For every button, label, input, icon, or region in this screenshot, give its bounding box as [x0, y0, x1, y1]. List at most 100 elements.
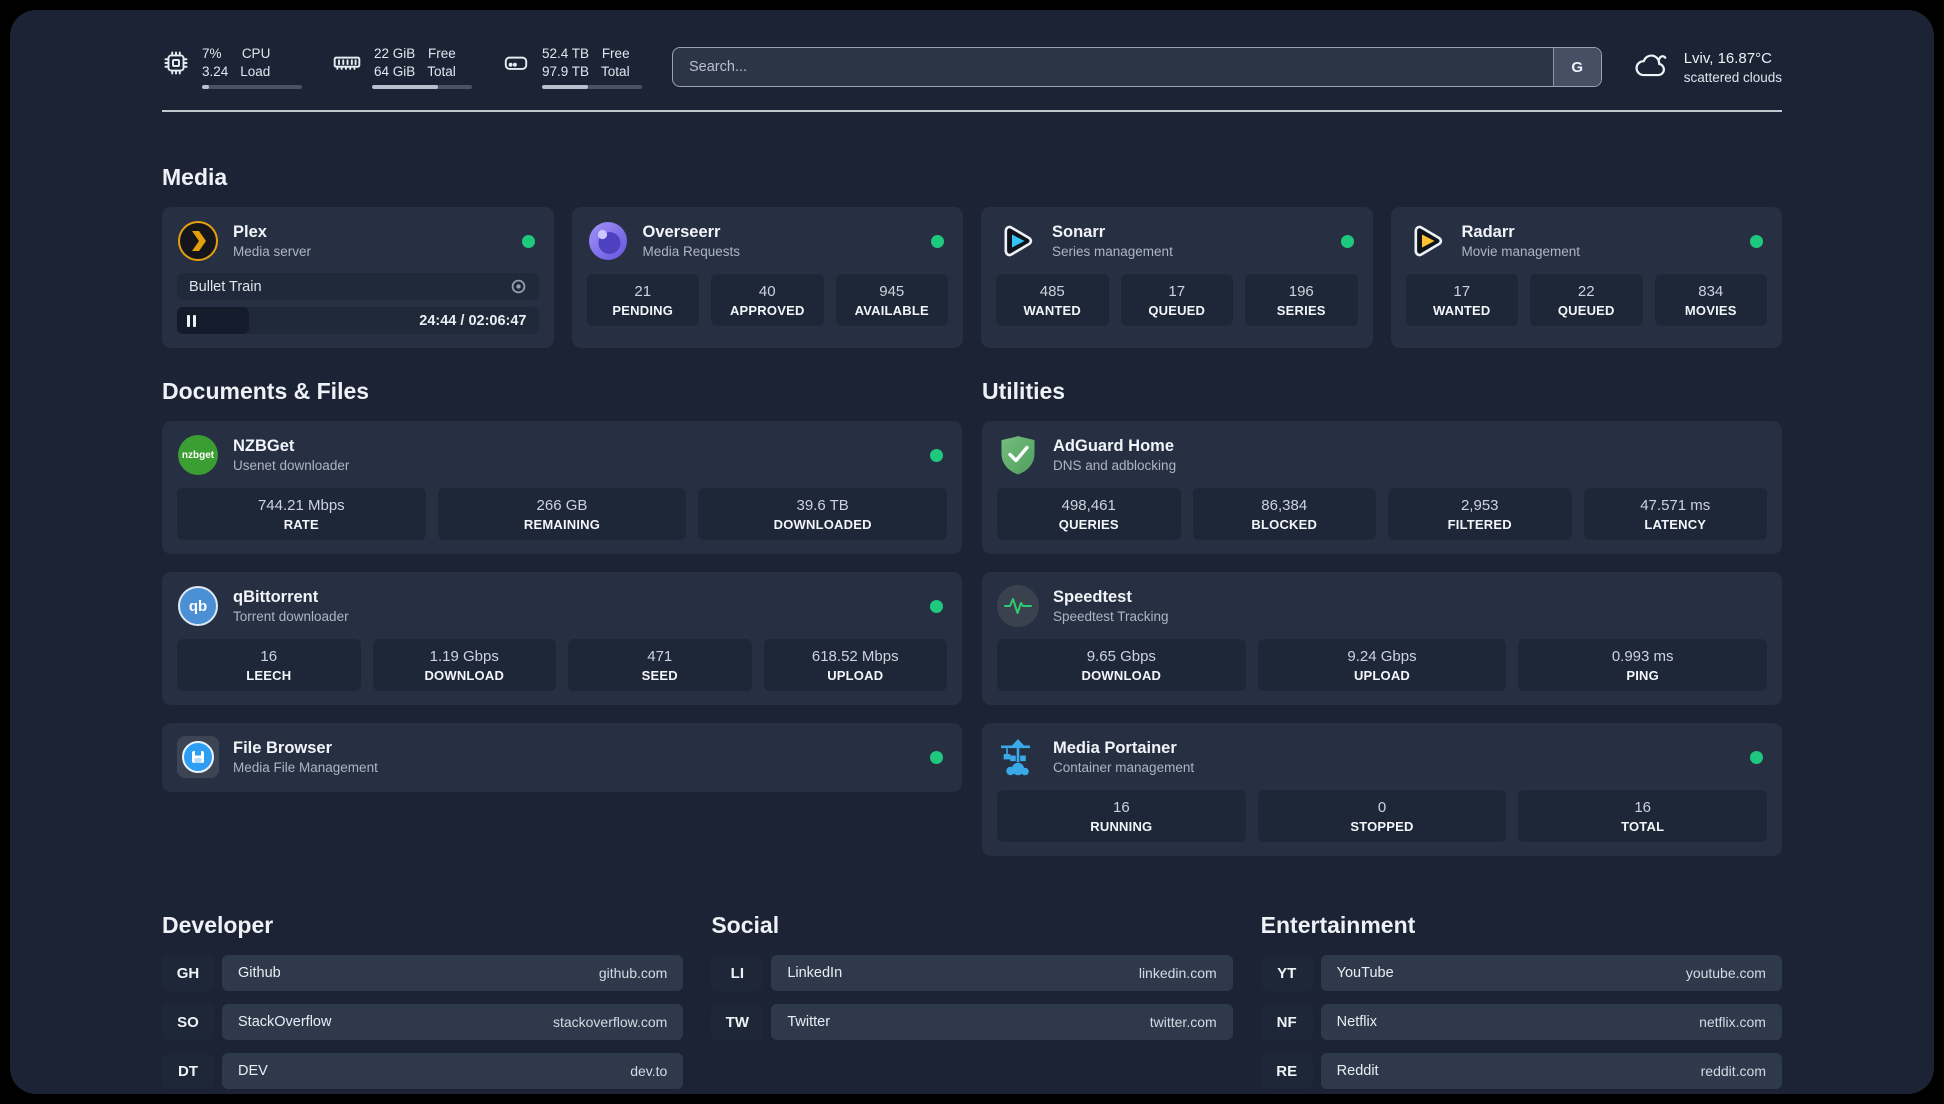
app-card-adguard-home[interactable]: AdGuard Home DNS and adblocking 498,461 … — [982, 421, 1782, 554]
stat-label: DOWNLOAD — [1081, 668, 1162, 683]
stat-value: 1.19 Gbps — [429, 648, 499, 665]
link-abbr-badge: TW — [711, 1004, 764, 1040]
weather-widget[interactable]: Lviv, 16.87°C scattered clouds — [1632, 48, 1782, 87]
stat-queued: 17 QUEUED — [1120, 274, 1233, 326]
stat-label: LATENCY — [1644, 517, 1707, 532]
search-engine-button[interactable]: G — [1552, 48, 1601, 86]
link-name: YouTube — [1336, 965, 1394, 981]
stat-blocked: 86,384 BLOCKED — [1192, 488, 1376, 540]
now-playing-widget: Bullet Train 24:44 / 02:06:47 — [177, 273, 539, 334]
stat-value: 40 — [758, 283, 776, 300]
stat-value: 16 — [1634, 799, 1651, 816]
system-stat-values: 7% 3.24 — [202, 45, 229, 79]
search-input[interactable] — [673, 48, 1553, 86]
stat-value: 266 GB — [536, 497, 588, 514]
app-subtitle: Usenet downloader — [233, 457, 350, 473]
stat-label: DOWNLOAD — [424, 668, 505, 683]
stat-value: 498,461 — [1061, 497, 1116, 514]
app-subtitle: Media Requests — [642, 243, 741, 259]
link-reddit[interactable]: RE Reddit reddit.com — [1260, 1053, 1782, 1089]
app-card-radarr[interactable]: Radarr Movie management 17 WANTED 22 QUE… — [1390, 207, 1782, 348]
stat-value: 2,953 — [1460, 497, 1499, 514]
media-portainer-icon — [997, 736, 1039, 778]
link-name: LinkedIn — [787, 965, 843, 981]
app-card-overseerr[interactable]: Overseerr Media Requests 21 PENDING 40 A… — [571, 207, 963, 348]
app-card-plex[interactable]: Plex Media server Bullet Train 24:44 / 0… — [162, 207, 554, 348]
app-card-nzbget[interactable]: nzbget NZBGet Usenet downloader 744.21 M… — [162, 421, 962, 554]
stat-value: 17 — [1453, 283, 1471, 300]
stat-leech: 16 LEECH — [177, 639, 361, 691]
stat-pending: 21 PENDING — [586, 274, 699, 326]
status-online-dot — [930, 599, 943, 613]
stat-upload: 618.52 Mbps UPLOAD — [763, 639, 947, 691]
system-stat-values: 52.4 TB 97.9 TB — [542, 45, 590, 79]
section-media: Media Plex Media server Bullet Train 24:… — [162, 164, 1782, 348]
stat-label: APPROVED — [729, 303, 805, 318]
plex-icon — [177, 220, 219, 262]
link-abbr-badge: YT — [1260, 955, 1313, 991]
link-name: DEV — [238, 1063, 268, 1079]
stat-value: 22 — [1577, 283, 1595, 300]
app-subtitle: Series management — [1052, 243, 1173, 259]
status-online-dot — [1340, 234, 1354, 248]
app-card-speedtest[interactable]: Speedtest Speedtest Tracking 9.65 Gbps D… — [982, 572, 1782, 705]
status-online-dot — [1750, 750, 1763, 764]
search-box[interactable]: G — [672, 47, 1602, 87]
stat-value: 9.65 Gbps — [1086, 648, 1156, 665]
link-abbr-badge: RE — [1260, 1053, 1313, 1089]
nzbget-icon: nzbget — [177, 434, 219, 476]
stat-label: MOVIES — [1684, 303, 1737, 318]
stat-upload: 9.24 Gbps UPLOAD — [1257, 639, 1507, 691]
app-card-media-portainer[interactable]: Media Portainer Container management 16 … — [982, 723, 1782, 856]
app-subtitle: Speedtest Tracking — [1053, 608, 1169, 624]
stat-label: WANTED — [1432, 303, 1491, 318]
system-stat-progress — [542, 85, 642, 90]
link-stackoverflow[interactable]: SO StackOverflow stackoverflow.com — [162, 1004, 684, 1040]
playback-progress-bar[interactable]: 24:44 / 02:06:47 — [177, 307, 539, 334]
settings-icon[interactable] — [510, 278, 527, 295]
stat-download: 1.19 Gbps DOWNLOAD — [372, 639, 556, 691]
app-name: File Browser — [233, 738, 333, 757]
system-stat-disk: 52.4 TB 97.9 TB Free Total — [502, 45, 642, 90]
pause-icon[interactable] — [187, 314, 196, 327]
radarr-icon — [1406, 220, 1448, 262]
system-stat-ram: 22 GiB 64 GiB Free Total — [332, 45, 472, 90]
status-online-dot — [931, 234, 944, 248]
link-netflix[interactable]: NF Netflix netflix.com — [1260, 1004, 1782, 1040]
stat-download: 9.65 Gbps DOWNLOAD — [997, 639, 1246, 691]
middle-columns: Documents & Files nzbget NZBGet Usenet d… — [162, 378, 1782, 856]
stat-label: PING — [1626, 668, 1659, 683]
system-stat-progress — [202, 85, 302, 90]
stat-label: TOTAL — [1621, 819, 1665, 834]
system-stat-progress — [372, 85, 472, 90]
stat-label: DOWNLOADED — [773, 517, 872, 532]
link-twitter[interactable]: TW Twitter twitter.com — [711, 1004, 1233, 1040]
stat-movies: 834 MOVIES — [1654, 274, 1767, 326]
stat-label: RUNNING — [1090, 819, 1153, 834]
app-name: Plex — [233, 222, 267, 241]
stat-running: 16 RUNNING — [997, 790, 1246, 842]
link-linkedin[interactable]: LI LinkedIn linkedin.com — [711, 955, 1233, 991]
stat-value: 0.993 ms — [1611, 648, 1674, 665]
stat-value: 9.24 Gbps — [1347, 648, 1417, 665]
section-title-social: Social — [711, 912, 780, 938]
app-card-qbittorrent[interactable]: qb qBittorrent Torrent downloader 16 LEE… — [162, 572, 962, 705]
stat-label: STOPPED — [1350, 819, 1414, 834]
bookmark-sections: Developer GH Github github.com SO StackO… — [162, 912, 1782, 1089]
app-subtitle: Torrent downloader — [233, 608, 349, 624]
section-title-developer: Developer — [162, 912, 274, 938]
link-abbr-badge: LI — [711, 955, 764, 991]
stat-queries: 498,461 QUERIES — [997, 488, 1181, 540]
app-card-sonarr[interactable]: Sonarr Series management 485 WANTED 17 Q… — [981, 207, 1373, 348]
section-title-entertainment: Entertainment — [1260, 912, 1416, 938]
disk-icon — [502, 49, 530, 77]
link-name: Github — [238, 965, 281, 981]
stat-rate: 744.21 Mbps RATE — [177, 488, 426, 540]
link-youtube[interactable]: YT YouTube youtube.com — [1260, 955, 1782, 991]
link-github[interactable]: GH Github github.com — [162, 955, 684, 991]
cloud-icon — [1632, 48, 1670, 87]
header-divider — [162, 110, 1782, 112]
app-card-file-browser[interactable]: File Browser Media File Management — [162, 723, 962, 792]
file-browser-icon — [177, 736, 219, 778]
link-dev[interactable]: DT DEV dev.to — [162, 1053, 684, 1089]
